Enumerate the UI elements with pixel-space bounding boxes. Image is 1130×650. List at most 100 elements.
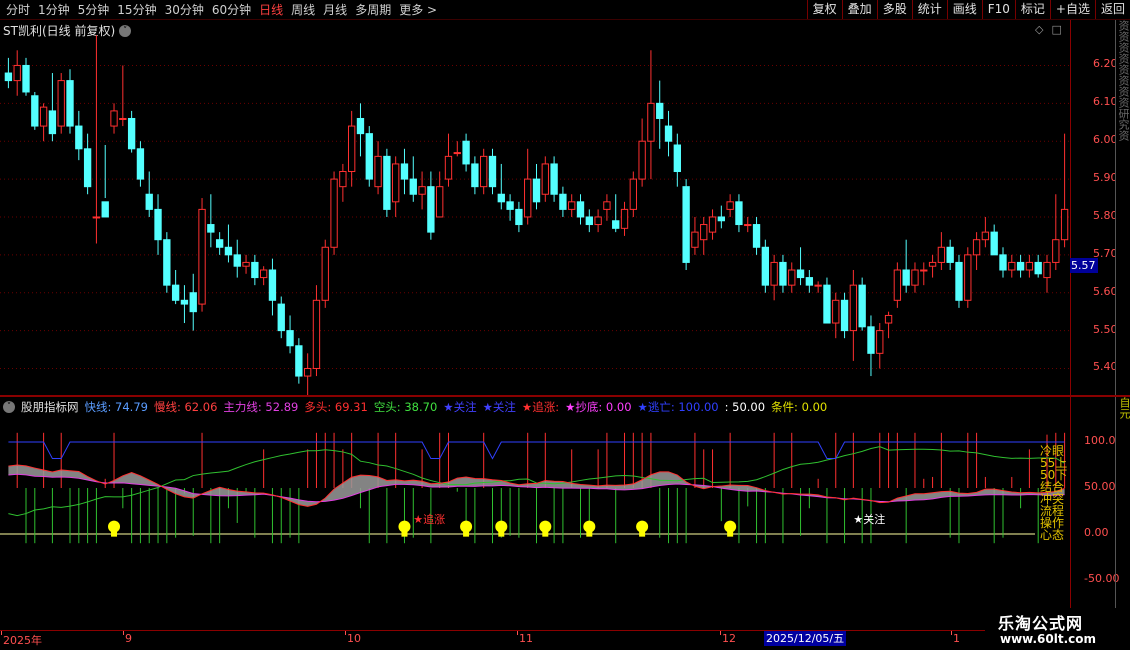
- candle: [911, 262, 919, 293]
- candle: [673, 133, 681, 187]
- candle: [999, 247, 1007, 278]
- toolbar-action-5[interactable]: F10: [981, 0, 1015, 19]
- candle: [849, 270, 858, 361]
- candle: [427, 171, 435, 240]
- watermark-title: 乐淘公式网: [998, 614, 1084, 633]
- indicator-chart[interactable]: ★追涨★关注★追涨★关注: [0, 397, 1070, 630]
- price-tick-2: 6.00: [1093, 133, 1118, 147]
- period-selector: 分时 1分钟 5分钟 15分钟 30分钟 60分钟 日线 周线 月线 多周期 更多 >: [2, 2, 441, 18]
- period-tab-2[interactable]: 5分钟: [74, 2, 114, 18]
- candle: [453, 141, 461, 157]
- candle: [409, 156, 417, 202]
- period-tab-9[interactable]: 多周期: [351, 2, 395, 18]
- candle: [770, 254, 778, 301]
- candle: [127, 110, 136, 153]
- candle: [664, 110, 673, 157]
- period-tab-7[interactable]: 周线: [287, 2, 319, 18]
- candle: [92, 35, 101, 244]
- candle: [66, 69, 74, 134]
- candle: [823, 277, 831, 324]
- candle: [981, 216, 990, 248]
- period-tab-6[interactable]: 日线: [255, 2, 287, 18]
- candle: [524, 148, 532, 225]
- candle: [374, 141, 382, 195]
- candle: [83, 133, 92, 195]
- candle: [893, 262, 902, 308]
- candle: [744, 216, 752, 233]
- candle: [277, 296, 285, 339]
- candle: [876, 323, 884, 369]
- date-label-0: 2025年: [3, 634, 42, 647]
- candle: [207, 194, 215, 248]
- candle: [585, 209, 593, 233]
- period-tab-3[interactable]: 15分钟: [113, 2, 160, 18]
- candle: [752, 216, 761, 255]
- candle: [726, 194, 734, 217]
- toolbar-action-8[interactable]: 返回: [1094, 0, 1130, 19]
- candlestick-chart[interactable]: [0, 20, 1070, 395]
- candle: [1052, 194, 1060, 270]
- toolbar-action-3[interactable]: 统计: [911, 0, 947, 19]
- price-tick-4: 5.80: [1093, 208, 1118, 222]
- candle: [761, 239, 770, 293]
- date-label-3: 11: [519, 632, 533, 645]
- candle: [312, 285, 321, 377]
- candle: [233, 239, 241, 278]
- candle: [4, 57, 13, 89]
- candle: [418, 171, 426, 210]
- period-tab-0[interactable]: 分时: [2, 2, 34, 18]
- candle: [347, 110, 356, 187]
- candle: [858, 277, 866, 331]
- indicator-tick-1: 50.00: [1084, 480, 1116, 493]
- candle: [620, 201, 629, 236]
- period-tab-1[interactable]: 1分钟: [34, 2, 74, 18]
- candle: [1025, 254, 1034, 278]
- price-tick-1: 6.10: [1093, 95, 1118, 109]
- candle: [488, 148, 497, 195]
- candle: [1016, 254, 1025, 278]
- toolbar-action-0[interactable]: 复权: [806, 0, 842, 19]
- candle: [788, 262, 796, 293]
- candle: [339, 163, 347, 202]
- indicator-annotation: ★追涨: [413, 512, 445, 526]
- toolbar-action-6[interactable]: 标记: [1014, 0, 1050, 19]
- date-axis: 2025年 9 10 11 12 1 2025/12/05/五: [0, 630, 1070, 650]
- candle: [330, 171, 338, 255]
- candle: [717, 205, 726, 229]
- candle: [955, 254, 963, 308]
- candle: [550, 156, 558, 202]
- candle: [594, 209, 602, 233]
- candle: [22, 57, 30, 96]
- candle: [462, 133, 470, 172]
- price-axis: 6.20 6.10 6.00 5.90 5.80 5.70 5.60 5.50 5.40: [1070, 20, 1118, 395]
- candle: [189, 273, 197, 331]
- candle: [436, 171, 444, 218]
- candle: [656, 80, 664, 149]
- period-tab-10[interactable]: 更多 >: [395, 2, 441, 18]
- candle: [990, 224, 998, 256]
- candle: [321, 239, 329, 308]
- candle: [1060, 133, 1069, 248]
- candle: [224, 224, 233, 263]
- candle: [735, 194, 743, 233]
- period-tab-8[interactable]: 月线: [319, 2, 351, 18]
- period-tab-4[interactable]: 30分钟: [161, 2, 208, 18]
- candle: [700, 216, 708, 255]
- price-tick-0: 6.20: [1093, 57, 1118, 71]
- candle: [136, 141, 145, 187]
- candle: [867, 315, 875, 377]
- candle: [215, 232, 224, 255]
- toolbar-action-7[interactable]: +自选: [1049, 0, 1095, 19]
- candle: [31, 91, 39, 130]
- toolbar-action-4[interactable]: 画线: [946, 0, 982, 19]
- top-toolbar: 分时 1分钟 5分钟 15分钟 30分钟 60分钟 日线 周线 月线 多周期 更多 > 复权 叠加 多股…: [0, 0, 1130, 20]
- candle: [612, 194, 620, 233]
- indicator-vertical-legend: 冷眼55上50下结合冲突流程操作心态: [1040, 444, 1068, 542]
- period-tab-5[interactable]: 60分钟: [208, 2, 255, 18]
- candle: [796, 247, 805, 286]
- toolbar-action-1[interactable]: 叠加: [841, 0, 877, 19]
- candle: [13, 50, 21, 96]
- toolbar-action-2[interactable]: 多股: [876, 0, 912, 19]
- candle: [541, 156, 549, 202]
- candle: [198, 198, 206, 312]
